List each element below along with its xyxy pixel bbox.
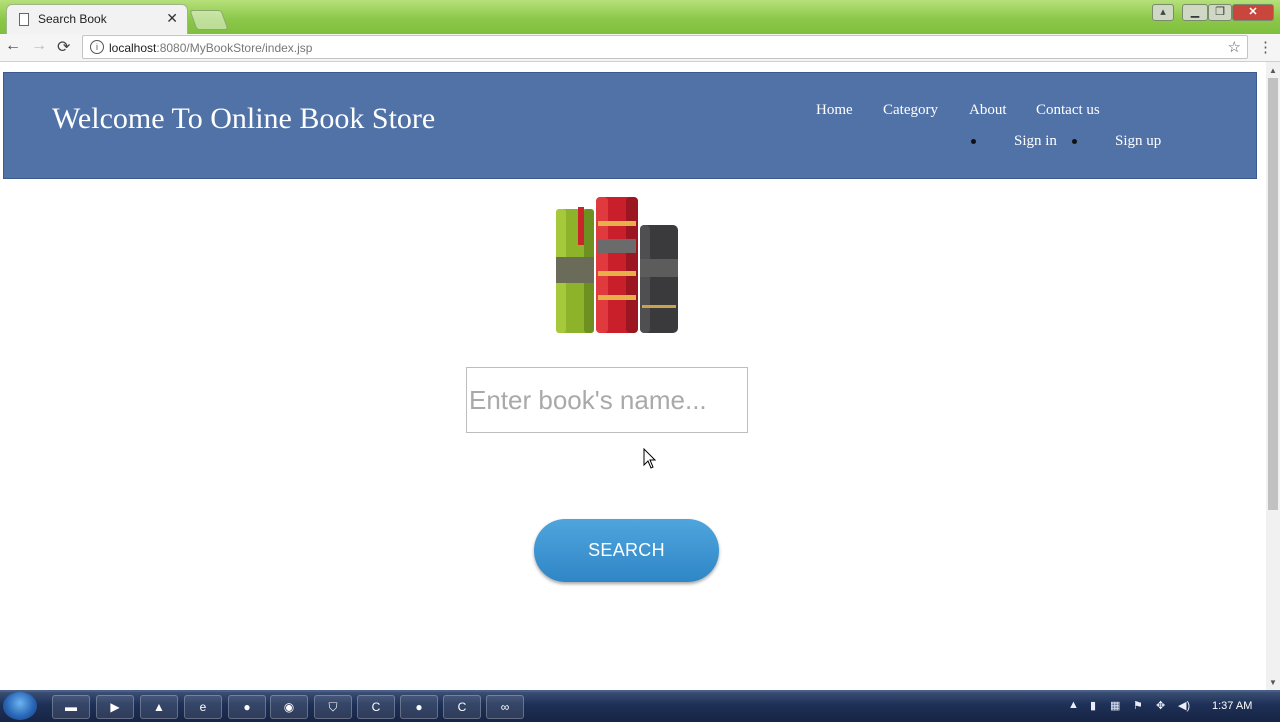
c-app-icon[interactable]: C bbox=[443, 695, 481, 719]
maximize-button[interactable]: ❐ bbox=[1208, 4, 1232, 21]
firefox-icon[interactable]: ◉ bbox=[270, 695, 308, 719]
vlc-icon[interactable]: ▲ bbox=[140, 695, 178, 719]
search-button[interactable]: SEARCH bbox=[534, 519, 719, 582]
user-profile-icon[interactable]: ▴ bbox=[1152, 4, 1174, 21]
chrome-icon[interactable]: ● bbox=[400, 695, 438, 719]
site-header: Welcome To Online Book Store Home Catego… bbox=[3, 72, 1257, 179]
windows-taskbar: ▬ ▶ ▲ e ● ◉ ⛉ C ● C ∞ ▲ ▮ ▦ ⚑ ✥ ◀) 1:37 … bbox=[0, 690, 1280, 722]
page-scrollbar[interactable]: ▲ ▼ bbox=[1266, 62, 1280, 690]
bookmark-star-icon[interactable]: ☆ bbox=[1228, 38, 1241, 56]
page-icon bbox=[19, 13, 29, 26]
network-icon[interactable]: ▦ bbox=[1110, 699, 1120, 712]
site-info-icon[interactable]: i bbox=[90, 40, 104, 54]
nav-sign-up[interactable]: Sign up bbox=[1115, 133, 1161, 150]
start-button[interactable] bbox=[3, 692, 37, 720]
tab-close-icon[interactable]: ✕ bbox=[166, 10, 178, 27]
url-path: :8080/MyBookStore/index.jsp bbox=[156, 41, 313, 55]
list-bullet bbox=[1072, 139, 1077, 144]
taskbar-clock[interactable]: 1:37 AM bbox=[1212, 700, 1252, 712]
folder-icon[interactable]: ▬ bbox=[52, 695, 90, 719]
book-name-search-input[interactable] bbox=[466, 367, 748, 433]
back-arrow-icon[interactable]: ← bbox=[5, 37, 21, 55]
browser-menu-icon[interactable]: ⋮ bbox=[1258, 38, 1273, 56]
tray-expand-icon[interactable]: ▲ bbox=[1068, 699, 1079, 711]
forward-arrow-icon[interactable]: → bbox=[31, 37, 47, 55]
visual-studio-icon[interactable]: ∞ bbox=[486, 695, 524, 719]
tab-title: Search Book bbox=[38, 12, 107, 26]
browser-toolbar: ← → ⟳ i localhost:8080/MyBookStore/index… bbox=[0, 34, 1280, 62]
green-app-icon[interactable]: C bbox=[357, 695, 395, 719]
new-tab-button[interactable] bbox=[189, 10, 229, 30]
minimize-button[interactable]: ▁ bbox=[1182, 4, 1208, 21]
browser-tab[interactable]: Search Book ✕ bbox=[6, 4, 188, 34]
ie-icon[interactable]: e bbox=[184, 695, 222, 719]
nav-home[interactable]: Home bbox=[816, 102, 853, 119]
nav-category[interactable]: Category bbox=[883, 102, 938, 119]
site-title: Welcome To Online Book Store bbox=[52, 102, 436, 135]
books-logo-icon bbox=[556, 197, 678, 333]
nav-about[interactable]: About bbox=[969, 102, 1007, 119]
scroll-up-arrow-icon[interactable]: ▲ bbox=[1269, 66, 1277, 75]
chrome-icon[interactable]: ● bbox=[228, 695, 266, 719]
scrollbar-thumb[interactable] bbox=[1268, 78, 1278, 510]
list-bullet bbox=[971, 139, 976, 144]
scroll-down-arrow-icon[interactable]: ▼ bbox=[1269, 678, 1277, 687]
dropbox-icon[interactable]: ✥ bbox=[1156, 699, 1165, 712]
flag-icon[interactable]: ⚑ bbox=[1133, 699, 1143, 712]
media-player-icon[interactable]: ▶ bbox=[96, 695, 134, 719]
reload-icon[interactable]: ⟳ bbox=[57, 37, 70, 57]
mouse-cursor-icon bbox=[643, 448, 657, 469]
url-host: localhost bbox=[109, 41, 157, 55]
url-text: localhost:8080/MyBookStore/index.jsp bbox=[109, 41, 312, 55]
page-viewport: Welcome To Online Book Store Home Catego… bbox=[0, 62, 1266, 690]
browser-tab-strip: Search Book ✕ ▴ ▁ ❐ ✕ bbox=[0, 0, 1280, 34]
nav-sign-in[interactable]: Sign in bbox=[1014, 133, 1057, 150]
volume-icon[interactable]: ◀) bbox=[1178, 699, 1190, 712]
nav-contact-us[interactable]: Contact us bbox=[1036, 102, 1100, 119]
shield-icon[interactable]: ⛉ bbox=[314, 695, 352, 719]
battery-icon[interactable]: ▮ bbox=[1090, 699, 1096, 712]
address-bar[interactable]: i localhost:8080/MyBookStore/index.jsp ☆ bbox=[82, 35, 1248, 59]
close-window-button[interactable]: ✕ bbox=[1232, 4, 1274, 21]
